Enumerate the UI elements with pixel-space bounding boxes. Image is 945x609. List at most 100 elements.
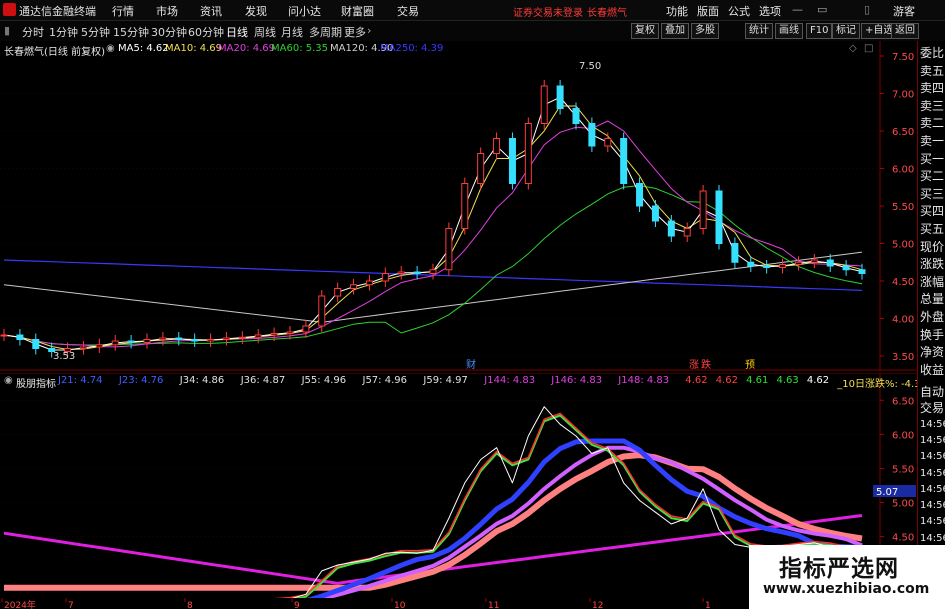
candle-body (0, 334, 8, 337)
event-label-yu[interactable]: 预 (745, 359, 755, 371)
menu-wenxiaoda[interactable]: 问小达 (288, 3, 321, 19)
period-5min[interactable]: 5分钟 (81, 24, 110, 40)
side-panel-label[interactable]: 买三 (920, 188, 944, 200)
side-panel-label[interactable]: 交易 (920, 402, 944, 414)
duogu-button[interactable]: 多股 (691, 23, 719, 39)
candle-body (620, 138, 628, 184)
event-label-zhang[interactable]: 涨 (689, 359, 699, 371)
period-30min[interactable]: 30分钟 (151, 24, 187, 40)
app-logo-icon (3, 3, 16, 16)
more-arrow-icon[interactable]: › (367, 24, 371, 37)
indicator-legend-item: J55: 4.96 (301, 375, 347, 386)
window-icon[interactable]: ▭ (817, 3, 827, 16)
side-panel-label[interactable]: 外盘 (920, 311, 944, 323)
candle-body (238, 336, 246, 339)
fuquan-button[interactable]: 复权 (631, 23, 659, 39)
period-15min[interactable]: 15分钟 (113, 24, 149, 40)
account-icon[interactable]: ▯ (864, 3, 870, 16)
candle-body (556, 85, 564, 109)
trade-time: 14:56 (920, 532, 945, 544)
menu-xuanxiang[interactable]: 选项 (759, 3, 781, 19)
y-tick-label: 7.50 (892, 52, 914, 63)
candle-body (159, 337, 167, 340)
side-panel-label[interactable]: 买五 (920, 223, 944, 235)
x-tick-label: 7 (68, 601, 74, 609)
side-panel-label[interactable]: 涨跌 (920, 258, 944, 270)
menu-zixun[interactable]: 资讯 (200, 3, 222, 19)
side-panel-label[interactable]: 买一 (920, 153, 944, 165)
menu-bar: 通达信金融终端 行情 市场 资讯 发现 问小达 财富圈 交易 证券交易未登录 长… (0, 0, 945, 21)
maximize-icon[interactable]: □ (864, 43, 873, 54)
event-label-cai[interactable]: 财 (466, 358, 476, 371)
settings-icon[interactable]: ◉ (106, 43, 115, 54)
side-panel-label[interactable]: 换手 (920, 329, 944, 341)
candle-body (413, 271, 421, 274)
side-panel-label[interactable]: 买二 (920, 170, 944, 182)
app-title: 通达信金融终端 (19, 5, 96, 18)
period-multi[interactable]: 多周期 (309, 24, 342, 40)
tongji-button[interactable]: 统计 (745, 23, 773, 39)
period-1min[interactable]: 1分钟 (49, 24, 78, 40)
indicator-title: 股朋指标 (16, 379, 56, 390)
menu-jiaoyi[interactable]: 交易 (397, 3, 419, 19)
side-panel-label[interactable]: 自动 (920, 386, 944, 398)
biaoji-button[interactable]: 标记 (832, 23, 860, 39)
side-panel-label[interactable]: 卖四 (920, 82, 944, 94)
candle-body (32, 339, 40, 349)
f10-button[interactable]: F10 (806, 23, 833, 39)
candle-body (16, 334, 24, 340)
indicator-settings-icon[interactable]: ◉ (4, 375, 13, 386)
diamond-icon[interactable]: ◇ (849, 43, 857, 54)
side-panel-label[interactable]: 收益 (920, 364, 944, 376)
menu-faxian[interactable]: 发现 (245, 3, 267, 19)
candle-body (604, 138, 612, 147)
period-daily[interactable]: 日线 (226, 24, 248, 40)
ma10-label: MA10: 4.69 (165, 43, 223, 54)
period-monthly[interactable]: 月线 (281, 24, 303, 40)
fanhui-button[interactable]: 返回 (891, 23, 919, 39)
candle-body (334, 288, 342, 297)
period-toolbar: ▮ 分时 1分钟 5分钟 15分钟 30分钟 60分钟 日线 周线 月线 多周期… (0, 21, 945, 42)
side-panel-label[interactable]: 卖三 (920, 100, 944, 112)
period-fenshi[interactable]: 分时 (22, 24, 44, 40)
period-weekly[interactable]: 周线 (254, 24, 276, 40)
side-panel-label[interactable]: 卖一 (920, 135, 944, 147)
side-panel-label[interactable]: 卖二 (920, 117, 944, 129)
candle-body (810, 259, 818, 263)
candle-body (731, 243, 739, 263)
y-tick-label: 4.50 (892, 277, 914, 288)
main-price-chart[interactable]: 7.50 7.00 6.50 6.00 5.50 5.00 4.50 4.00 3.50 7.5… (0, 41, 916, 371)
menu-gongneng[interactable]: 功能 (666, 3, 688, 19)
event-label-die[interactable]: 跌 (701, 358, 711, 371)
candle-body (524, 123, 532, 184)
login-status[interactable]: 证券交易未登录 (513, 4, 583, 19)
menu-banmian[interactable]: 版面 (697, 3, 719, 19)
period-more[interactable]: 更多 (344, 24, 366, 40)
side-panel-label[interactable]: 总量 (920, 293, 944, 305)
side-panel-label[interactable]: 涨幅 (920, 276, 944, 288)
side-panel-label[interactable]: 净资 (920, 346, 944, 358)
y-tick-label: 6.50 (892, 127, 914, 138)
menu-shichang[interactable]: 市场 (156, 3, 178, 19)
minimize-icon[interactable]: — (792, 3, 803, 16)
indicator-legend-item: J146: 4.83 (551, 375, 603, 386)
guest-label[interactable]: 游客 (893, 3, 915, 19)
y-tick-label: 4.00 (892, 315, 914, 326)
current-stock: 长春燃气 (587, 8, 627, 19)
diejia-button[interactable]: 叠加 (661, 23, 689, 39)
y-tick-label: 7.00 (892, 90, 914, 101)
menu-hangqing[interactable]: 行情 (112, 3, 134, 19)
menu-caifuquan[interactable]: 财富圈 (341, 3, 374, 19)
side-panel-label[interactable]: 委比 (920, 47, 944, 59)
candle-body (222, 337, 230, 340)
indicator-legend-item: 4.63 (776, 375, 799, 386)
candle-body (286, 331, 294, 334)
side-panel-label[interactable]: 卖五 (920, 65, 944, 77)
menu-gongshi[interactable]: 公式 (728, 3, 750, 19)
side-panel-label[interactable]: 现价 (920, 241, 944, 253)
y-tick-label: 3.50 (892, 352, 914, 363)
side-panel-label[interactable]: 买四 (920, 205, 944, 217)
huaxian-button[interactable]: 画线 (775, 23, 803, 39)
period-60min[interactable]: 60分钟 (188, 24, 224, 40)
toggle-panel-icon[interactable]: ▮ (4, 24, 10, 37)
